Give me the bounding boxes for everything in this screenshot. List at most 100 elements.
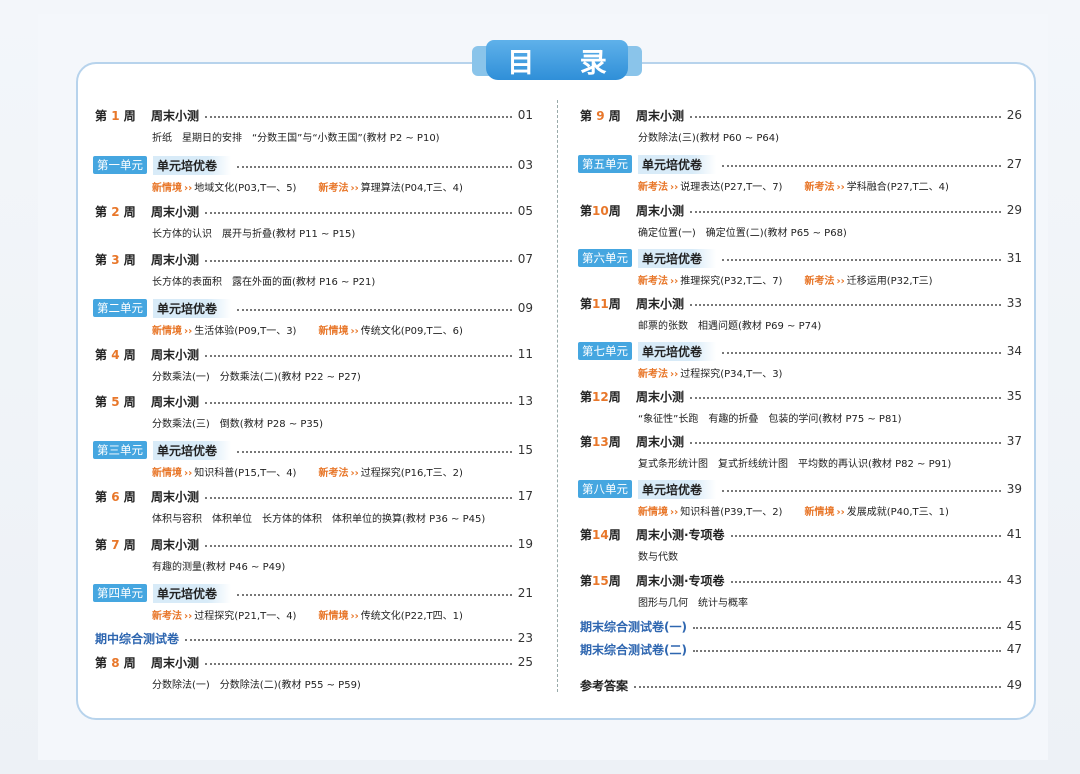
- week-prefix: 第: [95, 252, 108, 267]
- dot-leader: [730, 528, 1001, 537]
- toc-entry[interactable]: 第12周 周末小测 35: [580, 387, 1022, 405]
- toc-entry[interactable]: 第13周 周末小测 37: [580, 432, 1022, 450]
- entry-subtitle: 有趣的测量(教材 P46 ~ P49): [152, 558, 285, 573]
- entry-subtitle: 分数除法(一) 分数除法(二)(教材 P55 ~ P59): [152, 676, 361, 691]
- dot-leader: [692, 620, 1001, 629]
- toc-entry[interactable]: 第 1 周周末小测 01: [95, 106, 533, 124]
- week-suffix: 周: [608, 108, 621, 123]
- topic-tag: 新考法: [318, 468, 349, 479]
- page-number: 11: [517, 347, 533, 361]
- toc-entry[interactable]: 第15周 周末小测·专项卷 43: [580, 571, 1022, 589]
- toc-entry[interactable]: 第 9 周周末小测 26: [580, 106, 1022, 124]
- week-suffix: 周: [123, 394, 136, 409]
- tag-arrow-icon: ››: [184, 468, 193, 479]
- entry-subtitle: 分数乘法(一) 分数乘法(二)(教材 P22 ~ P27): [152, 368, 361, 383]
- week-suffix: 周: [123, 655, 136, 670]
- week-number: 3: [107, 252, 124, 267]
- toc-entry[interactable]: 期末综合测试卷(二) 47: [580, 640, 1022, 658]
- unit-badge: 第二单元: [93, 299, 147, 317]
- toc-entry[interactable]: 第11周 周末小测 33: [580, 294, 1022, 312]
- toc-entry[interactable]: 第10周 周末小测 29: [580, 201, 1022, 219]
- entry-subtitle: 复式条形统计图 复式折线统计图 平均数的再认识(教材 P82 ~ P91): [638, 455, 951, 470]
- topic-text: 过程探究(P16,T三、2): [360, 468, 463, 479]
- topic-tag: 新考法: [152, 611, 182, 622]
- week-prefix: 第: [95, 655, 108, 670]
- entry-title: 单元培优卷: [638, 248, 717, 268]
- toc-entry[interactable]: 第 3 周周末小测 07: [95, 250, 533, 268]
- topic-text: 推理探究(P32,T二、7): [680, 276, 783, 287]
- week-label: 第 5 周: [95, 393, 143, 410]
- week-number: 15: [592, 573, 609, 588]
- week-suffix: 周: [123, 108, 136, 123]
- entry-title: 期末综合测试卷(一): [580, 619, 687, 634]
- page-number: 35: [1006, 389, 1022, 403]
- page-number: 29: [1006, 203, 1022, 217]
- topic-tag: 新考法: [318, 183, 349, 194]
- toc-entry[interactable]: 期中综合测试卷 23: [95, 629, 533, 647]
- topic-text: 过程探究(P34,T一、3): [680, 369, 783, 380]
- toc-entry[interactable]: 第八单元 单元培优卷 39: [578, 479, 1022, 499]
- topic-text: 过程探究(P21,T一、4): [194, 611, 297, 622]
- topic-text: 折纸 星期日的安排 “分数王国”与“小数王国”(教材 P2 ~ P10): [152, 133, 440, 144]
- entry-subtitle: 新考法 ›› 过程探究(P34,T一、3): [638, 365, 782, 380]
- dot-leader: [730, 574, 1001, 583]
- topic-tag: 新情境: [152, 326, 182, 337]
- entry-subtitle: 数与代数: [638, 548, 678, 563]
- toc-entry[interactable]: 第 8 周周末小测 25: [95, 653, 533, 671]
- page-number: 34: [1006, 344, 1022, 358]
- week-label: 第12周: [580, 388, 628, 405]
- entry-title: 单元培优卷: [153, 155, 232, 175]
- topic-tag: 新考法: [638, 276, 668, 287]
- week-number: 2: [107, 204, 124, 219]
- topic-text: 说理表达(P27,T一、7): [680, 182, 783, 193]
- column-divider: [557, 100, 558, 692]
- topic-text: “象征性”长跑 有趣的折叠 包装的学问(教材 P75 ~ P81): [638, 414, 902, 425]
- toc-entry[interactable]: 第七单元 单元培优卷 34: [578, 341, 1022, 361]
- entry-subtitle: 新考法 ›› 推理探究(P32,T二、7) 新考法 ›› 迁移运用(P32,T三): [638, 272, 933, 287]
- dot-leader: [722, 483, 1001, 492]
- page-number: 05: [517, 204, 533, 218]
- entry-title: 周末小测: [636, 108, 685, 123]
- entry-subtitle: 邮票的张数 相遇问题(教材 P69 ~ P74): [638, 317, 821, 332]
- topic-text: 分数乘法(一) 分数乘法(二)(教材 P22 ~ P27): [152, 372, 361, 383]
- entry-subtitle: “象征性”长跑 有趣的折叠 包装的学问(教材 P75 ~ P81): [638, 410, 902, 425]
- entry-title: 周末小测: [636, 203, 685, 218]
- entry-title: 期中综合测试卷: [95, 631, 180, 646]
- topic-tag: 新情境: [318, 326, 349, 337]
- tag-arrow-icon: ››: [350, 326, 359, 337]
- dot-leader: [205, 253, 512, 262]
- week-prefix: 第: [580, 296, 593, 311]
- toc-entry[interactable]: 第四单元 单元培优卷 21: [93, 583, 533, 603]
- topic-text: 数与代数: [638, 552, 678, 563]
- toc-entry[interactable]: 第一单元 单元培优卷 03: [93, 155, 533, 175]
- toc-entry[interactable]: 第 7 周周末小测 19: [95, 535, 533, 553]
- week-label: 第 2 周: [95, 203, 143, 220]
- week-prefix: 第: [95, 394, 108, 409]
- tag-arrow-icon: ››: [350, 183, 359, 194]
- toc-entry[interactable]: 第三单元 单元培优卷 15: [93, 440, 533, 460]
- toc-entry[interactable]: 第 5 周周末小测 13: [95, 392, 533, 410]
- toc-entry[interactable]: 第六单元 单元培优卷 31: [578, 248, 1022, 268]
- week-label: 第15周: [580, 572, 628, 589]
- dot-leader: [634, 679, 1001, 688]
- week-suffix: 周: [123, 489, 136, 504]
- topic-text: 生活体验(P09,T一、3): [194, 326, 297, 337]
- page-number: 01: [517, 108, 533, 122]
- dot-leader: [237, 302, 512, 311]
- week-number: 6: [107, 489, 124, 504]
- toc-entry[interactable]: 参考答案 49: [580, 676, 1022, 694]
- week-number: 7: [107, 537, 124, 552]
- entry-subtitle: 新考法 ›› 说理表达(P27,T一、7) 新考法 ›› 学科融合(P27,T二、4): [638, 178, 949, 193]
- toc-entry[interactable]: 第五单元 单元培优卷 27: [578, 154, 1022, 174]
- topic-text: 长方体的表面积 露在外面的面(教材 P16 ~ P21): [152, 277, 376, 288]
- toc-entry[interactable]: 第 4 周周末小测 11: [95, 345, 533, 363]
- title-tab: 目 录: [472, 40, 642, 84]
- toc-entry[interactable]: 第 2 周周末小测 05: [95, 202, 533, 220]
- toc-entry[interactable]: 期末综合测试卷(一) 45: [580, 617, 1022, 635]
- toc-entry[interactable]: 第14周 周末小测·专项卷 41: [580, 525, 1022, 543]
- week-label: 第 9 周: [580, 107, 628, 124]
- toc-entry[interactable]: 第二单元 单元培优卷 09: [93, 298, 533, 318]
- toc-entry[interactable]: 第 6 周周末小测 17: [95, 487, 533, 505]
- entry-title: 周末小测·专项卷: [636, 573, 725, 588]
- topic-tag: 新情境: [804, 507, 835, 518]
